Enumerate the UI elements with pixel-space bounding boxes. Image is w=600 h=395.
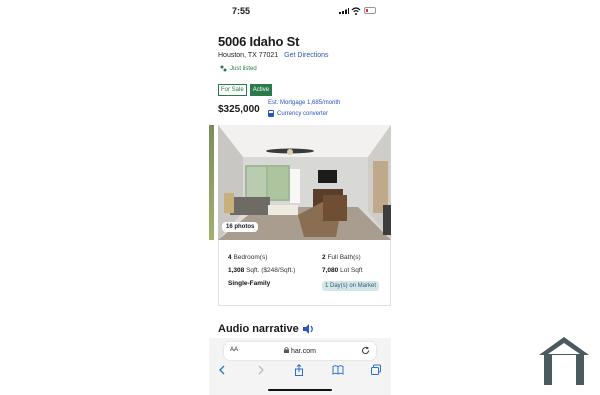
sqft-value: 1,308 xyxy=(228,267,245,274)
just-listed: Just listed xyxy=(220,65,257,72)
bedrooms: 4 Bedroom(s) xyxy=(228,254,267,261)
get-directions-link[interactable]: Get Directions xyxy=(284,52,328,59)
for-sale-badge: For Sale xyxy=(218,84,247,96)
currency-converter-label: Currency converter xyxy=(277,110,329,117)
lock-icon xyxy=(284,347,290,353)
home-indicator xyxy=(268,389,332,391)
square-footage: 1,308 Sqft. ($248/Sqft.) xyxy=(228,267,295,274)
phone-screen: 7:55 5006 Idaho St Houston, TX 77021 Get… xyxy=(209,0,391,395)
status-time: 7:55 xyxy=(232,6,251,16)
calculator-icon xyxy=(268,110,274,117)
url-text: har.com xyxy=(291,348,316,355)
property-facts: 4 Bedroom(s) 2 Full Bath(s) 1,308 Sqft. … xyxy=(218,240,391,306)
previous-photo-peek[interactable] xyxy=(209,125,214,240)
days-on-market-badge: 1 Day(s) on Market xyxy=(322,281,380,291)
reload-icon[interactable] xyxy=(361,346,370,355)
speaker-icon[interactable] xyxy=(302,324,314,334)
listing-address: 5006 Idaho St xyxy=(218,34,300,49)
lot-label: Lot Sqft xyxy=(340,267,363,274)
listing-city-line: Houston, TX 77021 Get Directions xyxy=(218,52,329,59)
tabs-icon[interactable] xyxy=(370,364,382,376)
property-type-value: Single-Family xyxy=(228,280,271,287)
signal-icon xyxy=(339,8,349,14)
mortgage-estimate-link[interactable]: Est. Mortgage 1,685/month xyxy=(268,100,340,106)
listing-price: $325,000 xyxy=(218,104,260,115)
forward-icon[interactable] xyxy=(254,364,266,376)
audio-narrative-label: Audio narrative xyxy=(218,323,299,335)
back-icon[interactable] xyxy=(217,364,229,376)
active-badge: Active xyxy=(249,84,273,96)
bathrooms-label: Full Bath(s) xyxy=(327,254,361,261)
address-bar[interactable]: AA har.com xyxy=(224,342,376,360)
browser-chrome: AA har.com xyxy=(209,338,391,395)
audio-narrative-heading: Audio narrative xyxy=(218,323,314,335)
just-listed-label: Just listed xyxy=(230,65,257,72)
photos-count-button[interactable]: 16 photos xyxy=(222,222,259,232)
property-type: Single-Family xyxy=(228,280,270,287)
listing-city: Houston, TX 77021 xyxy=(218,52,279,59)
bathrooms: 2 Full Bath(s) xyxy=(322,254,361,261)
house-logo xyxy=(539,337,589,385)
lot-value: 7,080 xyxy=(322,267,339,274)
wifi-icon xyxy=(351,7,361,15)
bedrooms-label: Bedroom(s) xyxy=(233,254,268,261)
currency-converter-link[interactable]: Currency converter xyxy=(268,110,328,117)
url-display: har.com xyxy=(224,347,376,355)
battery-icon xyxy=(364,7,376,14)
bedrooms-value: 4 xyxy=(228,254,232,261)
status-bar: 7:55 xyxy=(209,0,391,22)
bookmarks-icon[interactable] xyxy=(332,364,344,376)
share-icon[interactable] xyxy=(293,364,305,376)
status-badges: For Sale Active xyxy=(218,84,273,96)
bathrooms-value: 2 xyxy=(322,254,326,261)
sqft-label: Sqft. ($248/Sqft.) xyxy=(246,267,296,274)
lot-size: 7,080 Lot Sqft xyxy=(322,267,363,274)
just-listed-icon xyxy=(220,65,227,72)
browser-toolbar xyxy=(209,364,391,378)
